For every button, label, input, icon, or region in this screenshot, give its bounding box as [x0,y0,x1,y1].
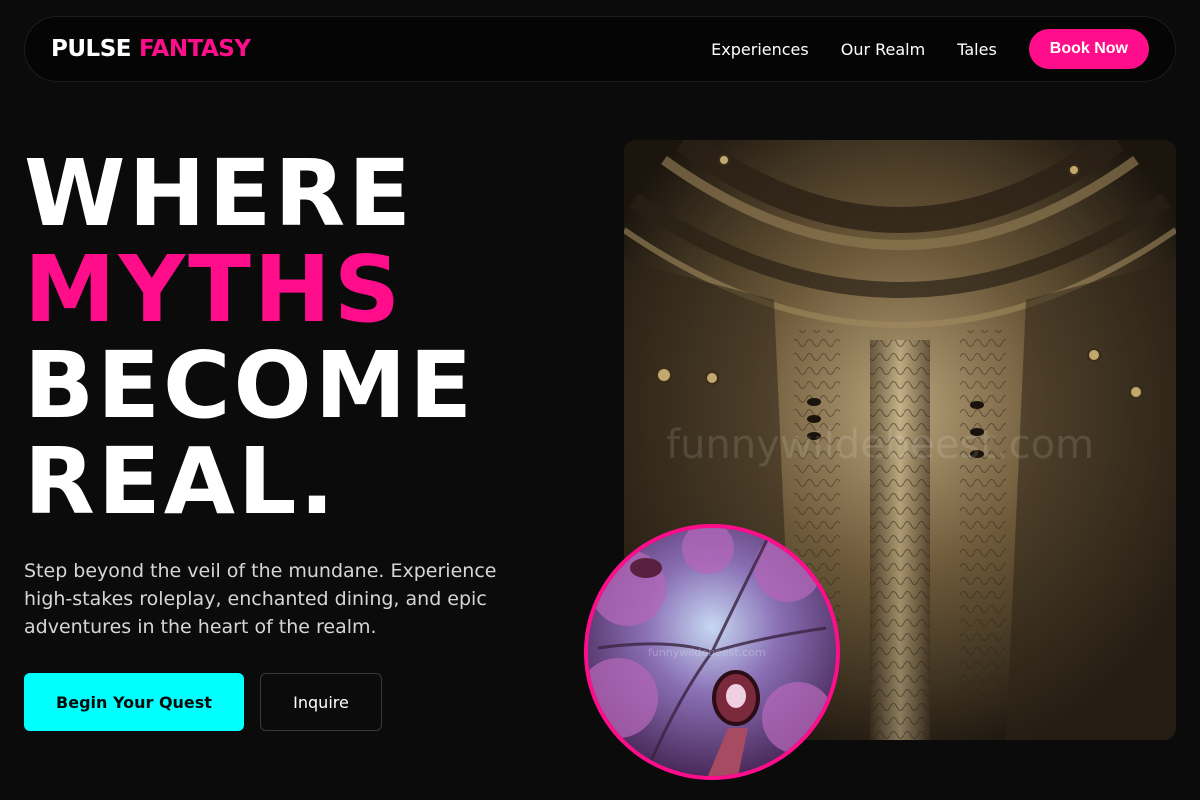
nav-link-experiences[interactable]: Experiences [711,40,809,59]
forest-watermark: funnywildebeest.com [648,646,766,659]
armor-watermark: funnywildebeest.com [666,422,1094,468]
logo-word-fantasy: FANTASY [138,36,251,62]
book-now-button[interactable]: Book Now [1028,29,1149,69]
nav-link-tales[interactable]: Tales [957,40,997,59]
logo-word-pulse: PULSE [51,36,131,62]
top-navbar: PULSE FANTASY Experiences Our Realm Tales… [24,16,1176,82]
inquire-button[interactable]: Inquire [260,673,382,731]
nav-links: Experiences Our Realm Tales Book Now [711,29,1149,69]
brand-logo[interactable]: PULSE FANTASY [51,36,251,62]
hero-title: WHERE MYTHS BECOME REAL. [24,146,475,530]
enchanted-forest-photo: funnywildebeest.com [584,524,840,780]
hero-description: Step beyond the veil of the mundane. Exp… [24,560,497,638]
nav-link-our-realm[interactable]: Our Realm [841,40,925,59]
hero-title-line-3: BECOME [24,332,476,439]
begin-quest-button[interactable]: Begin Your Quest [24,673,244,731]
forest-illustration: funnywildebeest.com [588,528,836,776]
hero-title-line-1: WHERE [24,140,415,247]
hero-title-line-4: REAL. [24,428,338,535]
hero-title-line-2: MYTHS [24,236,404,343]
